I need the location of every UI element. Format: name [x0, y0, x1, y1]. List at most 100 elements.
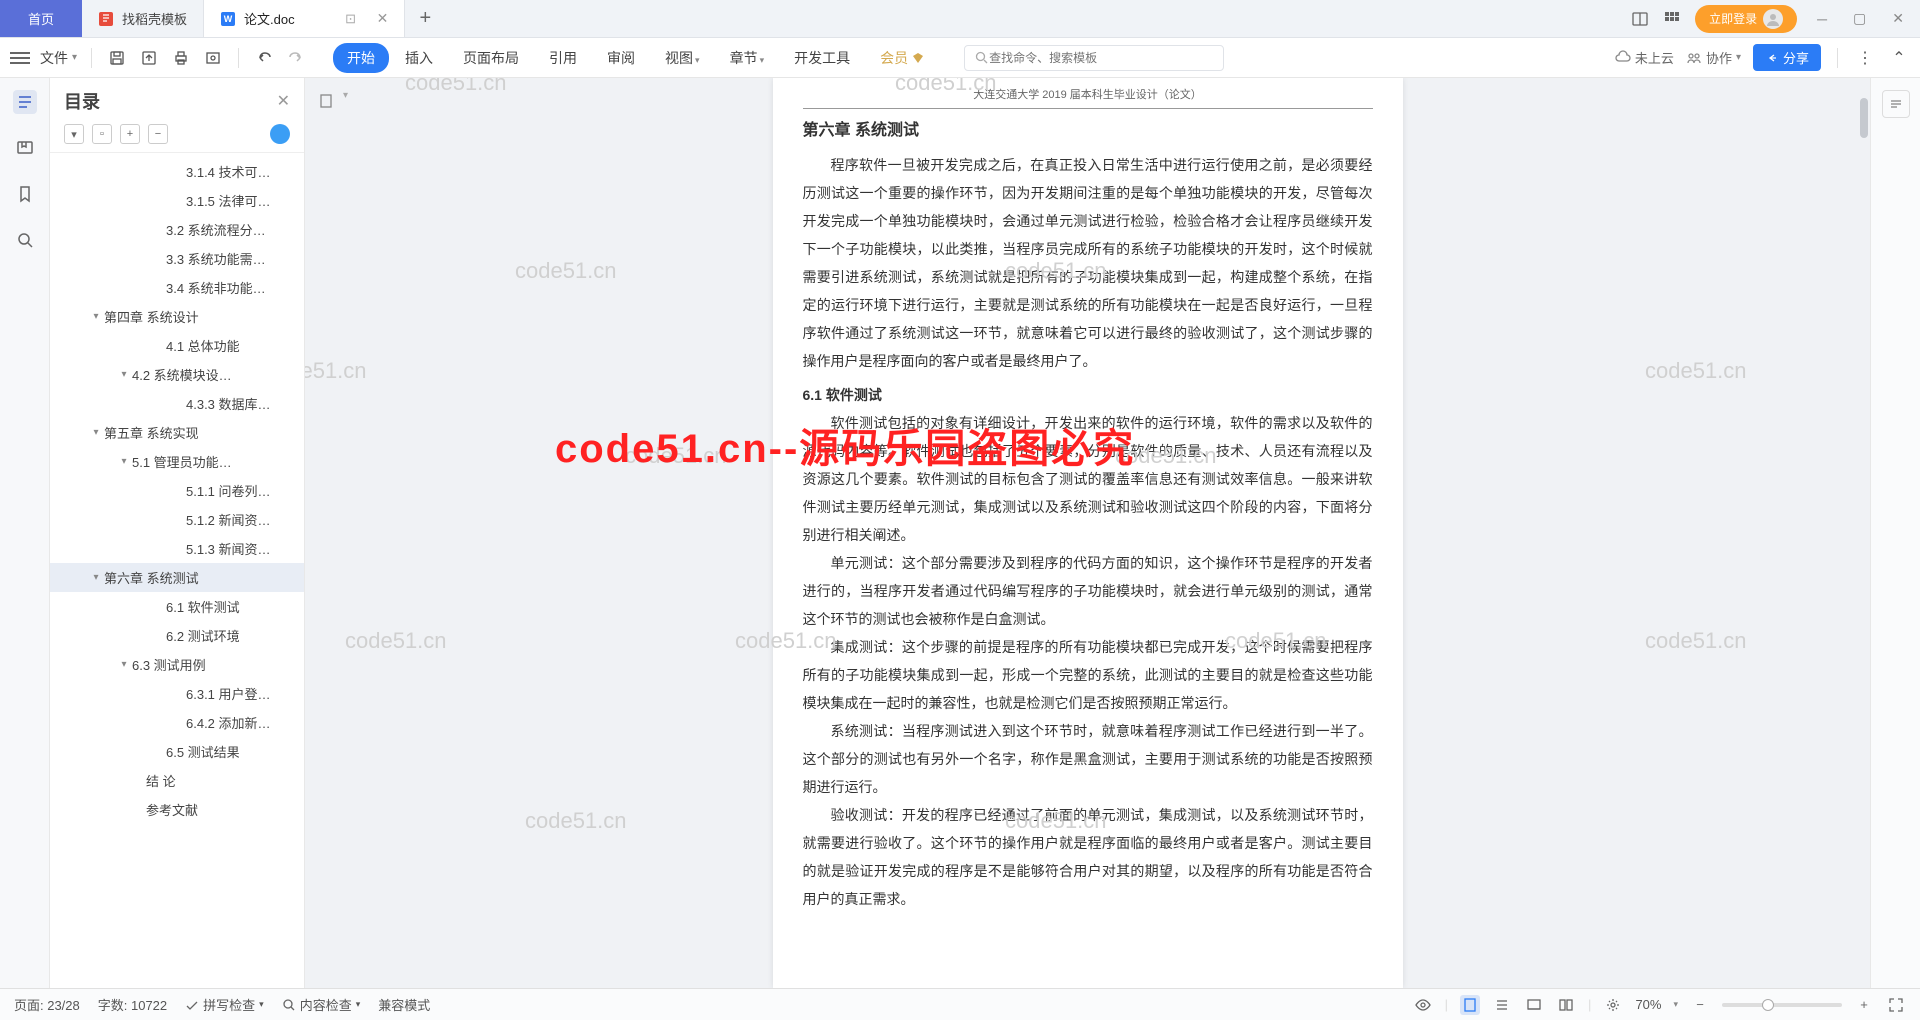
toc-item[interactable]: 5.1.3 新闻资… [50, 534, 304, 563]
paragraph: 验收测试：开发的程序已经通过了前面的单元测试，集成测试，以及系统测试环节时，就需… [803, 801, 1373, 913]
toc-item[interactable]: 3.1.4 技术可… [50, 157, 304, 186]
toc-item[interactable]: 6.5 测试结果 [50, 737, 304, 766]
toc-item[interactable]: 3.3 系统功能需… [50, 244, 304, 273]
vertical-scrollbar[interactable] [1858, 78, 1868, 988]
menu-7[interactable]: 开发工具 [780, 43, 864, 73]
layout-icon[interactable] [1631, 10, 1649, 28]
toc-item[interactable]: 4.3.3 数据库… [50, 389, 304, 418]
search-rail-icon[interactable] [13, 228, 37, 252]
menu-8[interactable]: 会员 [866, 43, 938, 73]
minus-icon[interactable]: − [148, 124, 168, 144]
outline-body[interactable]: 3.1.4 技术可…3.1.5 法律可…3.2 系统流程分…3.3 系统功能需…… [50, 153, 304, 988]
menu-2[interactable]: 页面布局 [449, 43, 533, 73]
plus-icon[interactable]: + [120, 124, 140, 144]
menu-4[interactable]: 审阅 [593, 43, 649, 73]
toc-item[interactable]: 3.1.5 法律可… [50, 186, 304, 215]
search-input[interactable] [989, 51, 1215, 65]
toc-item[interactable]: ▾第六章 系统测试 [50, 563, 304, 592]
file-menu[interactable]: 文件▾ [40, 48, 77, 68]
toc-label: 参考文献 [146, 800, 198, 819]
page-indicator[interactable]: 页面: 23/28 [14, 995, 80, 1014]
print-icon[interactable] [170, 47, 192, 69]
toc-item[interactable]: ▾第五章 系统实现 [50, 418, 304, 447]
save-icon[interactable] [106, 47, 128, 69]
eye-icon[interactable] [1413, 995, 1433, 1015]
outline-rail-icon[interactable] [13, 90, 37, 114]
close-panel-icon[interactable]: ✕ [277, 91, 290, 111]
maximize-icon[interactable]: ▢ [1847, 10, 1872, 27]
export-icon[interactable] [138, 47, 160, 69]
zoom-slider[interactable] [1722, 1003, 1842, 1007]
avatar-icon [1763, 9, 1783, 29]
preview-icon[interactable] [202, 47, 224, 69]
toc-item[interactable]: ▾6.3 测试用例 [50, 650, 304, 679]
status-right: | | 70%▾ − + [1413, 995, 1906, 1015]
word-count[interactable]: 字数: 10722 [98, 995, 167, 1014]
share-button[interactable]: 分享 [1753, 44, 1821, 71]
view-read-icon[interactable] [1556, 995, 1576, 1015]
menu-3[interactable]: 引用 [535, 43, 591, 73]
page-thumb-icon[interactable] [315, 90, 337, 112]
tab-home[interactable]: 首页 [0, 0, 82, 37]
zoom-in-icon[interactable]: + [1854, 995, 1874, 1015]
menu-6[interactable]: 章节▾ [716, 43, 779, 73]
toc-item[interactable]: 参考文献 [50, 795, 304, 824]
toc-item[interactable]: 结 论 [50, 766, 304, 795]
chevron-icon: ▾ [88, 311, 104, 322]
ai-badge-icon[interactable] [270, 124, 290, 144]
expand-icon[interactable]: ▫ [92, 124, 112, 144]
login-button[interactable]: 立即登录 [1695, 5, 1797, 33]
compat-mode[interactable]: 兼容模式 [378, 995, 430, 1014]
chevron-icon: ▾ [116, 456, 132, 467]
tab-template[interactable]: 找稻壳模板 [82, 0, 204, 37]
redo-icon[interactable] [285, 47, 307, 69]
toc-item[interactable]: 6.1 软件测试 [50, 592, 304, 621]
toc-item[interactable]: 5.1.1 问卷列… [50, 476, 304, 505]
menu-5[interactable]: 视图▾ [651, 43, 714, 73]
spell-check[interactable]: 拼写检查▾ [185, 995, 264, 1014]
toc-item[interactable]: ▾第四章 系统设计 [50, 302, 304, 331]
tag-rail-icon[interactable] [13, 182, 37, 206]
close-icon[interactable]: ✕ [377, 10, 389, 27]
toc-item[interactable]: 4.1 总体功能 [50, 331, 304, 360]
minimize-icon[interactable]: ─ [1811, 11, 1833, 27]
zoom-out-icon[interactable]: − [1690, 995, 1710, 1015]
settings-icon[interactable] [1603, 995, 1623, 1015]
content-check[interactable]: 内容检查▾ [282, 995, 361, 1014]
window-mode-icon[interactable]: ⊡ [343, 11, 359, 27]
close-window-icon[interactable]: ✕ [1886, 10, 1910, 27]
toolbar: 文件▾ 开始插入页面布局引用审阅视图▾章节▾开发工具会员 未上云 协作▾ 分享 … [0, 38, 1920, 78]
collapse-all-icon[interactable]: ▾ [64, 124, 84, 144]
more-icon[interactable]: ⋮ [1854, 47, 1876, 69]
toc-item[interactable]: ▾5.1 管理员功能… [50, 447, 304, 476]
cloud-status[interactable]: 未上云 [1615, 48, 1674, 67]
new-tab-button[interactable]: + [405, 0, 445, 37]
fit-icon[interactable] [1886, 995, 1906, 1015]
tab-doc[interactable]: W 论文.doc ⊡ ✕ [204, 0, 405, 37]
menu-1[interactable]: 插入 [391, 43, 447, 73]
outline-panel: 目录 ✕ ▾ ▫ + − 3.1.4 技术可…3.1.5 法律可…3.2 系统流… [50, 78, 305, 988]
zoom-value[interactable]: 70% [1635, 997, 1661, 1012]
search-box[interactable] [964, 45, 1224, 71]
undo-icon[interactable] [253, 47, 275, 69]
toc-item[interactable]: ▾4.2 系统模块设… [50, 360, 304, 389]
collapse-icon[interactable]: ⌃ [1888, 47, 1910, 69]
apps-icon[interactable] [1663, 10, 1681, 28]
toc-item[interactable]: 3.4 系统非功能… [50, 273, 304, 302]
toc-item[interactable]: 6.3.1 用户登… [50, 679, 304, 708]
toc-item[interactable]: 3.2 系统流程分… [50, 215, 304, 244]
bookmark-rail-icon[interactable] [13, 136, 37, 160]
view-outline-icon[interactable] [1492, 995, 1512, 1015]
menu-0[interactable]: 开始 [333, 43, 389, 73]
collab-button[interactable]: 协作▾ [1686, 48, 1741, 67]
menu-icon[interactable] [10, 52, 30, 64]
toc-item[interactable]: 6.4.2 添加新… [50, 708, 304, 737]
toc-item[interactable]: 6.2 测试环境 [50, 621, 304, 650]
view-page-icon[interactable] [1460, 995, 1480, 1015]
toc-item[interactable]: 5.1.2 新闻资… [50, 505, 304, 534]
view-web-icon[interactable] [1524, 995, 1544, 1015]
panel-toggle-icon[interactable] [1882, 90, 1910, 118]
chevron-down-icon[interactable]: ▾ [343, 90, 348, 112]
document-area[interactable]: ▾ 大连交通大学 2019 届本科生毕业设计（论文） 第六章 系统测试 程序软件… [305, 78, 1870, 988]
ribbon-menus: 开始插入页面布局引用审阅视图▾章节▾开发工具会员 [333, 43, 938, 73]
